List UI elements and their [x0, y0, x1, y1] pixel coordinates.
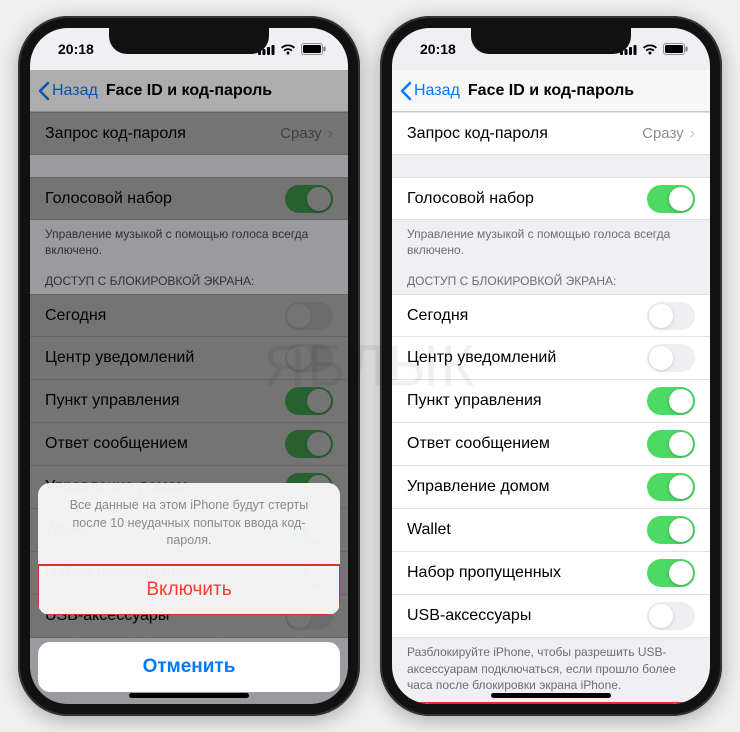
label: Центр уведомлений — [407, 349, 647, 367]
back-label: Назад — [414, 82, 460, 100]
chevron-right-icon: › — [690, 125, 695, 143]
row-usb[interactable]: USB-аксессуары — [392, 595, 710, 638]
content-right: Запрос код-пароля Сразу › Голосовой набо… — [392, 112, 710, 704]
sheet-card: Все данные на этом iPhone будут стерты п… — [38, 483, 340, 615]
back-button[interactable]: Назад — [30, 81, 98, 101]
row-erase-data[interactable]: Стирание данных — [392, 703, 710, 704]
switch-notification-center[interactable] — [647, 344, 695, 372]
row-control-center[interactable]: Пункт управления — [392, 380, 710, 423]
label: Сегодня — [407, 307, 647, 325]
value: Сразу — [642, 125, 684, 142]
header-lock-access: ДОСТУП С БЛОКИРОВКОЙ ЭКРАНА: — [392, 268, 710, 294]
status-icons — [258, 43, 326, 55]
switch-today[interactable] — [647, 302, 695, 330]
switch-wallet[interactable] — [647, 516, 695, 544]
row-wallet[interactable]: Wallet — [392, 509, 710, 552]
wifi-icon — [642, 44, 658, 55]
screen-right: 20:18 Назад Face ID и код-пароль Запрос — [392, 28, 710, 704]
screen-left: 20:18 Назад Face ID и код-пароль Запрос — [30, 28, 348, 704]
home-indicator[interactable] — [129, 693, 249, 698]
row-today[interactable]: Сегодня — [392, 294, 710, 337]
home-indicator[interactable] — [491, 693, 611, 698]
switch-reply-message[interactable] — [647, 430, 695, 458]
phone-right: 20:18 Назад Face ID и код-пароль Запрос — [380, 16, 722, 716]
battery-icon — [301, 43, 326, 55]
label: Запрос код-пароля — [407, 125, 642, 143]
label: Голосовой набор — [407, 190, 647, 208]
switch-missed-calls[interactable] — [647, 559, 695, 587]
row-notification-center[interactable]: Центр уведомлений — [392, 337, 710, 380]
row-reply-message[interactable]: Ответ сообщением — [392, 423, 710, 466]
back-button[interactable]: Назад — [392, 81, 460, 101]
chevron-left-icon — [38, 81, 50, 101]
notch — [471, 28, 631, 54]
nav-bar: Назад Face ID и код-пароль — [392, 70, 710, 112]
sheet-message: Все данные на этом iPhone будут стерты п… — [38, 483, 340, 565]
status-time: 20:18 — [420, 41, 456, 57]
nav-bar: Назад Face ID и код-пароль — [30, 70, 348, 112]
label: Пункт управления — [407, 392, 647, 410]
content-left: Запрос код-пароля Сразу › Голосовой набо… — [30, 112, 348, 704]
switch-control-center[interactable] — [647, 387, 695, 415]
label: Wallet — [407, 521, 647, 539]
back-label: Назад — [52, 82, 98, 100]
row-voice-dial[interactable]: Голосовой набор — [392, 177, 710, 220]
label: USB-аксессуары — [407, 607, 647, 625]
phone-left: 20:18 Назад Face ID и код-пароль Запрос — [18, 16, 360, 716]
settings-list[interactable]: Запрос код-пароля Сразу › Голосовой набо… — [392, 112, 710, 704]
switch-voice-dial[interactable] — [647, 185, 695, 213]
chevron-left-icon — [400, 81, 412, 101]
row-missed-calls[interactable]: Набор пропущенных — [392, 552, 710, 595]
label: Набор пропущенных — [407, 564, 647, 582]
label: Управление домом — [407, 478, 647, 496]
wifi-icon — [280, 44, 296, 55]
sheet-peek-text: Стирать все данные на этом iPhone после … — [38, 623, 340, 642]
label: Ответ сообщением — [407, 435, 647, 453]
row-home-control[interactable]: Управление домом — [392, 466, 710, 509]
footer-voice-dial: Управление музыкой с помощью голоса всег… — [392, 220, 710, 268]
cancel-button[interactable]: Отменить — [38, 642, 340, 692]
row-require-passcode[interactable]: Запрос код-пароля Сразу › — [392, 112, 710, 155]
enable-button[interactable]: Включить — [38, 565, 340, 615]
phones-container: 20:18 Назад Face ID и код-пароль Запрос — [18, 16, 722, 716]
battery-icon — [663, 43, 688, 55]
switch-usb[interactable] — [647, 602, 695, 630]
action-sheet: Все данные на этом iPhone будут стерты п… — [30, 475, 348, 704]
status-icons — [620, 43, 688, 55]
switch-home-control[interactable] — [647, 473, 695, 501]
status-time: 20:18 — [58, 41, 94, 57]
notch — [109, 28, 269, 54]
